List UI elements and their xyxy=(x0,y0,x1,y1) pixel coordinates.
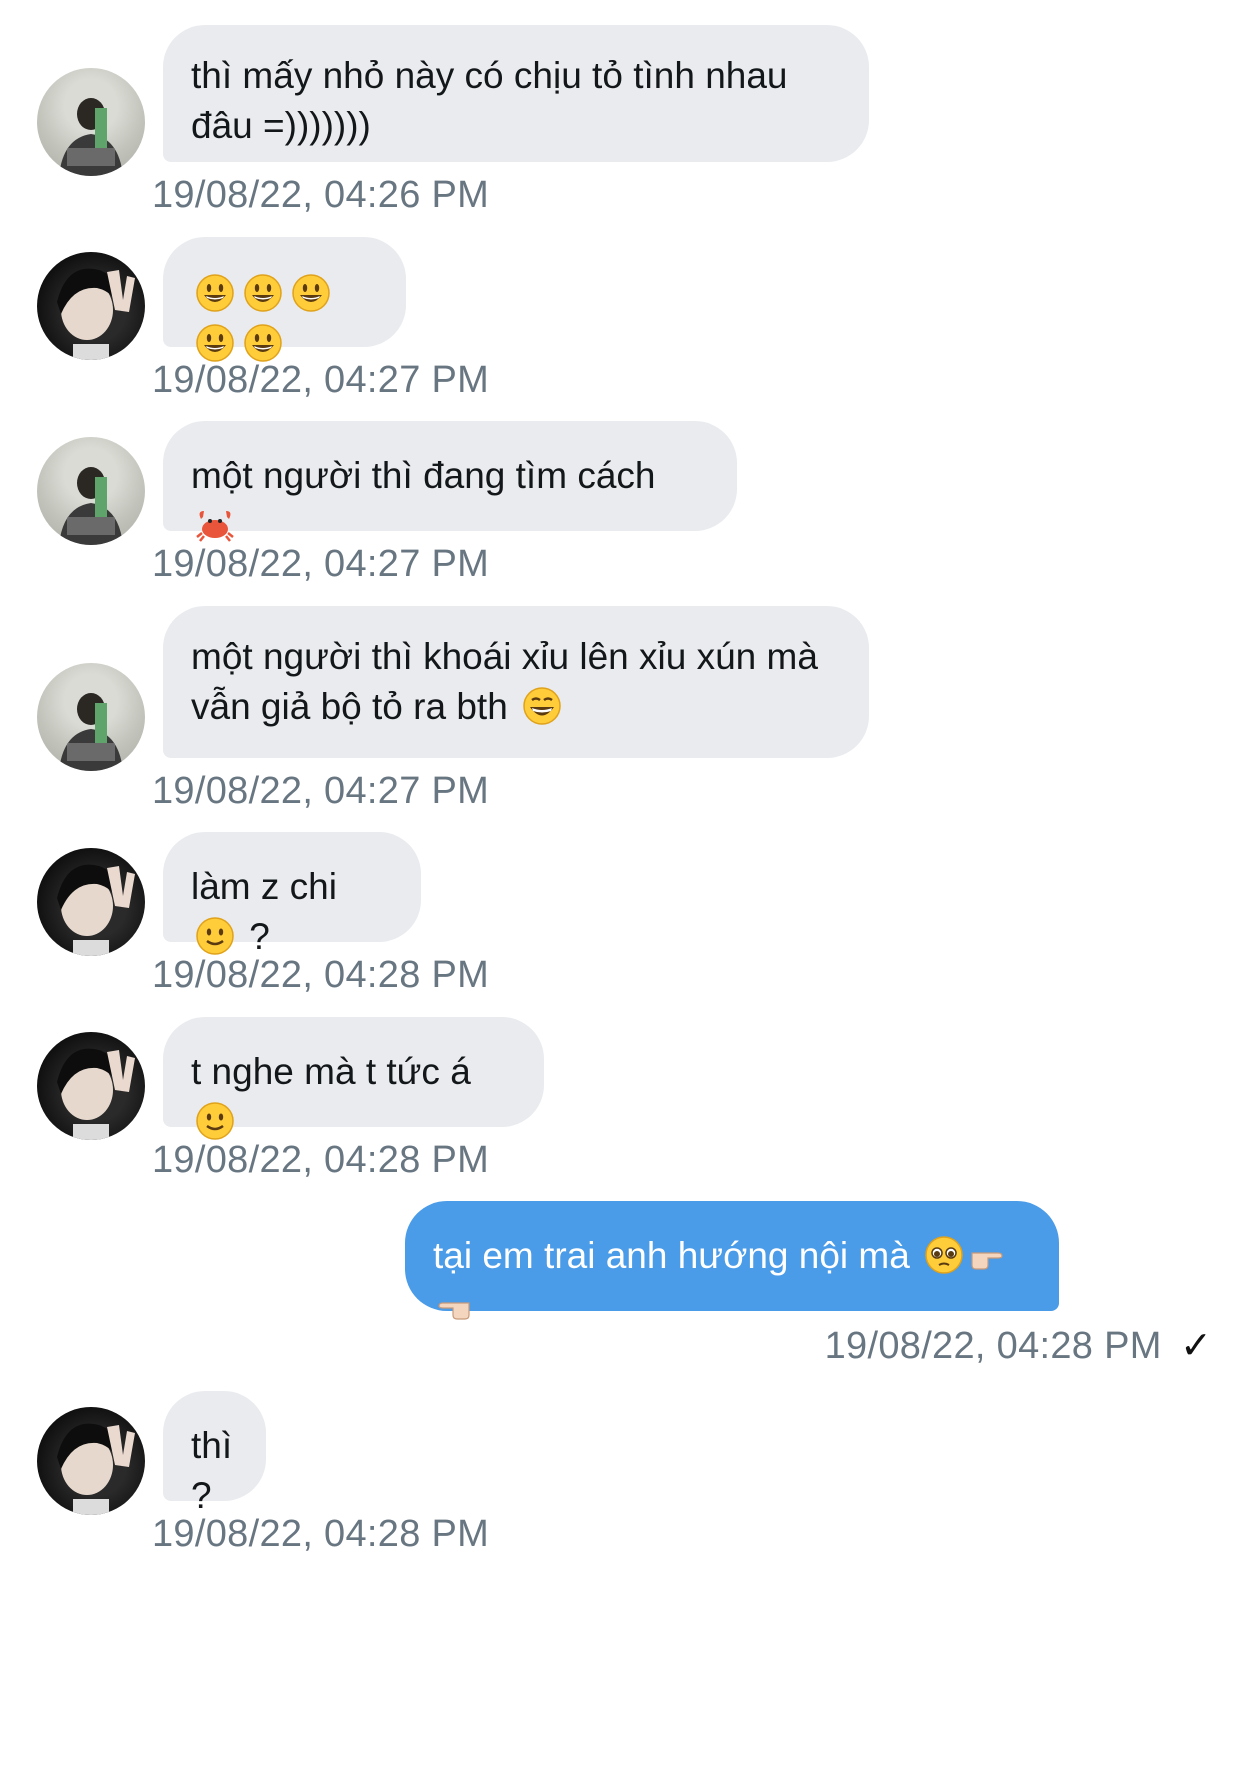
crab-icon xyxy=(195,505,235,545)
avatar[interactable] xyxy=(37,252,145,360)
chat-thread: thì mấy nhỏ này có chịu tỏ tình nhau đâu… xyxy=(0,0,1242,1785)
grinning-squinting-face-icon xyxy=(522,686,562,726)
message-timestamp-row: 19/08/22, 04:28 PM ✓ xyxy=(825,1323,1212,1368)
message-text-suffix: ? xyxy=(249,916,270,957)
message-bubble[interactable]: thì mấy nhỏ này có chịu tỏ tình nhau đâu… xyxy=(163,25,869,162)
slightly-smiling-face-icon xyxy=(195,1101,235,1141)
grinning-face-icon xyxy=(195,323,235,363)
message-timestamp: 19/08/22, 04:28 PM xyxy=(152,1139,490,1181)
message-bubble[interactable]: t nghe mà t tức á xyxy=(163,1017,544,1140)
sent-check-icon: ✓ xyxy=(1180,1325,1212,1367)
pointing-left-icon xyxy=(433,1285,473,1325)
message-timestamp: 19/08/22, 04:26 PM xyxy=(152,174,490,216)
pointing-right-icon xyxy=(968,1235,1008,1275)
message-bubble-outgoing[interactable]: tại em trai anh hướng nội mà xyxy=(405,1201,1059,1320)
avatar[interactable] xyxy=(37,848,145,956)
message-timestamp: 19/08/22, 04:28 PM xyxy=(152,1513,490,1555)
avatar[interactable] xyxy=(37,663,145,771)
grinning-face-icon xyxy=(243,323,283,363)
avatar[interactable] xyxy=(37,1032,145,1140)
grinning-face-icon xyxy=(291,273,331,313)
message-timestamp: 19/08/22, 04:28 PM xyxy=(824,1325,1162,1367)
message-text: thì mấy nhỏ này có chịu tỏ tình nhau đâu… xyxy=(191,55,788,146)
message-timestamp: 19/08/22, 04:28 PM xyxy=(152,954,490,996)
message-text-line: một người thì khoái xỉu lên xỉu xún mà xyxy=(191,636,818,677)
message-text: t nghe mà t tức á xyxy=(191,1051,471,1092)
message-text-line: vẫn giả bộ tỏ ra bth xyxy=(191,682,841,732)
pleading-face-icon xyxy=(924,1235,964,1275)
slightly-smiling-face-icon xyxy=(195,916,235,956)
message-text: làm z chi xyxy=(191,866,337,907)
message-timestamp: 19/08/22, 04:27 PM xyxy=(152,770,490,812)
message-text: vẫn giả bộ tỏ ra bth xyxy=(191,686,508,727)
avatar[interactable] xyxy=(37,1407,145,1515)
person-photo-icon xyxy=(59,693,123,771)
avatar[interactable] xyxy=(37,437,145,545)
person-photo-icon xyxy=(59,98,123,176)
message-bubble[interactable]: một người thì đang tìm cách xyxy=(163,421,737,542)
avatar[interactable] xyxy=(37,68,145,176)
message-timestamp: 19/08/22, 04:27 PM xyxy=(152,543,490,585)
person-photo-icon xyxy=(57,1423,135,1515)
person-photo-icon xyxy=(57,1048,135,1140)
message-text: một người thì đang tìm cách xyxy=(191,455,656,496)
message-bubble[interactable] xyxy=(163,237,406,362)
grinning-face-icon xyxy=(195,273,235,313)
message-bubble[interactable]: thì ? xyxy=(163,1391,266,1516)
person-photo-icon xyxy=(57,268,135,360)
message-bubble[interactable]: một người thì khoái xỉu lên xỉu xún mà v… xyxy=(163,606,869,758)
grinning-face-icon xyxy=(243,273,283,313)
person-photo-icon xyxy=(57,864,135,956)
message-timestamp: 19/08/22, 04:27 PM xyxy=(152,359,490,401)
message-text: thì ? xyxy=(191,1425,233,1516)
person-photo-icon xyxy=(59,467,123,545)
message-bubble[interactable]: làm z chi ? xyxy=(163,832,421,957)
message-text: tại em trai anh hướng nội mà xyxy=(433,1235,910,1276)
